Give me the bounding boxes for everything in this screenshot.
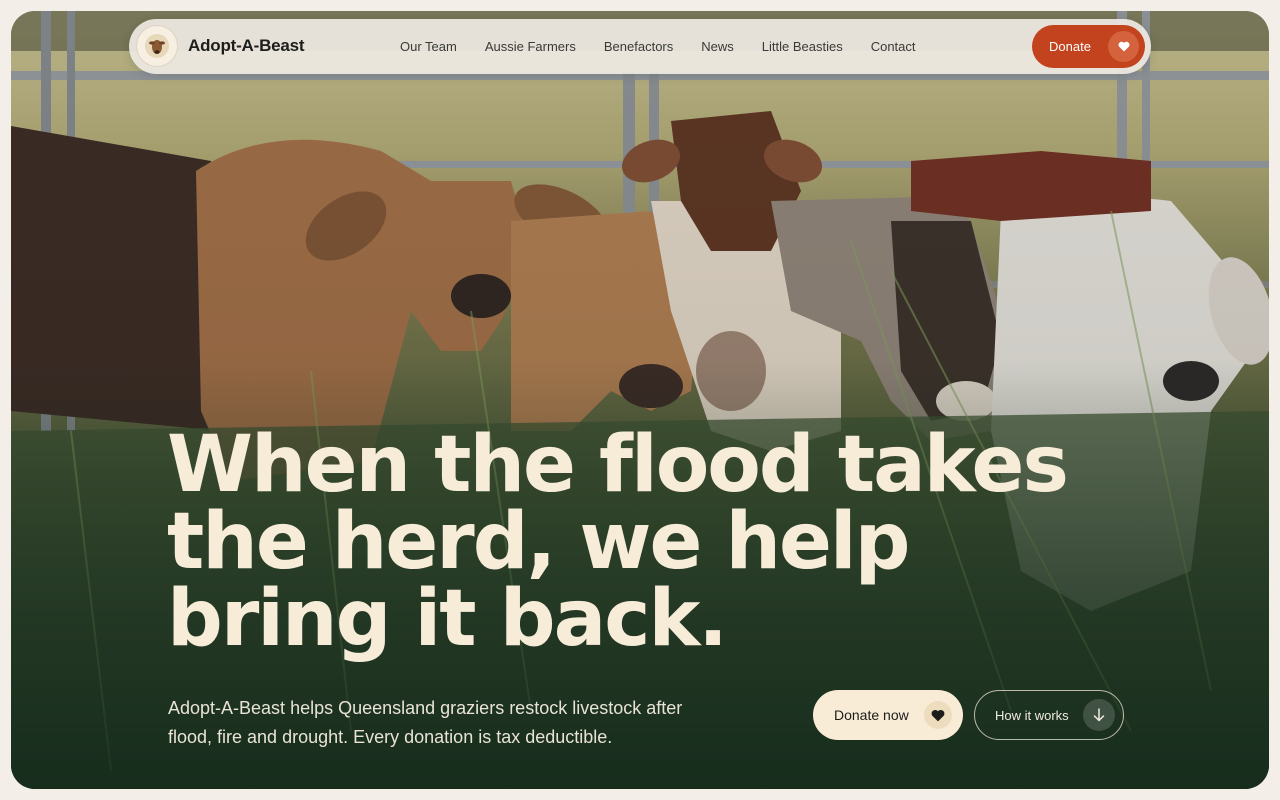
nav-links: Our Team Aussie Farmers Benefactors News…	[400, 19, 944, 74]
donate-nav-button[interactable]: Donate	[1032, 25, 1145, 68]
headline-line-2: the herd, we help	[167, 497, 911, 587]
donate-now-label: Donate now	[834, 707, 909, 723]
nav-link-aussie-farmers[interactable]: Aussie Farmers	[485, 39, 576, 54]
nav-link-news[interactable]: News	[701, 39, 734, 54]
nav-link-little-beasties[interactable]: Little Beasties	[762, 39, 843, 54]
nav-link-contact[interactable]: Contact	[871, 39, 916, 54]
headline-line-1: When the flood takes	[167, 420, 1069, 510]
arrow-down-icon	[1083, 699, 1115, 731]
nav-link-benefactors[interactable]: Benefactors	[604, 39, 673, 54]
hero-headline: When the flood takes the herd, we help b…	[167, 420, 1069, 664]
headline-line-3: bring it back.	[167, 574, 728, 664]
nav-link-our-team[interactable]: Our Team	[400, 39, 457, 54]
logo[interactable]	[136, 25, 178, 67]
cow-badge-icon	[145, 34, 169, 58]
hero-gradient-overlay	[11, 11, 1269, 789]
hero-section: When the flood takes the herd, we help b…	[11, 11, 1269, 789]
heart-icon	[924, 701, 952, 729]
brand-name[interactable]: Adopt-A-Beast	[188, 36, 305, 56]
donate-nav-label: Donate	[1049, 39, 1091, 54]
donate-now-button[interactable]: Donate now	[813, 690, 963, 740]
how-it-works-button[interactable]: How it works	[974, 690, 1124, 740]
hero-subtext: Adopt-A-Beast helps Queensland graziers …	[168, 698, 683, 747]
top-navigation: Adopt-A-Beast Our Team Aussie Farmers Be…	[129, 19, 1151, 74]
how-it-works-label: How it works	[995, 707, 1069, 723]
heart-icon	[1108, 31, 1139, 62]
